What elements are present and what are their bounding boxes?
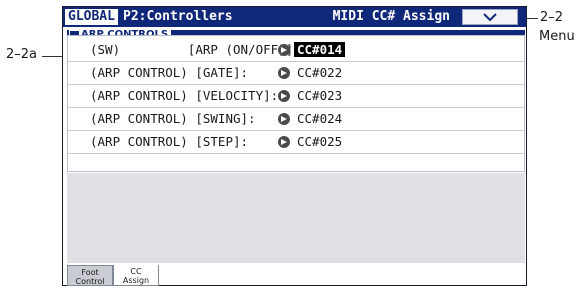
tab-foot-control[interactable]: Foot Control	[67, 265, 113, 286]
list-row: (ARP CONTROL) [SWING]: CC#024	[68, 108, 524, 131]
cc-value-field[interactable]: CC#014	[294, 42, 346, 57]
cc-value-field[interactable]: CC#022	[294, 65, 345, 80]
tab-label-line1: CC	[130, 267, 142, 276]
list-row: (ARP CONTROL) [STEP]: CC#025	[68, 131, 524, 154]
right-arrow-circle-icon[interactable]	[278, 67, 290, 79]
list-row: (ARP CONTROL) [VELOCITY]: CC#023	[68, 85, 524, 108]
row-label: (ARP CONTROL) [VELOCITY]:	[90, 88, 279, 103]
tab-cc-assign[interactable]: CC Assign	[113, 265, 159, 286]
assign-list: (SW) [ARP (ON/OFF)]: CC#014 (ARP CONTROL…	[67, 35, 525, 172]
screen: GLOBAL P2:Controllers MIDI CC# Assign AR…	[62, 6, 527, 286]
tab-label-line2: Control	[75, 277, 105, 286]
empty-area	[67, 173, 525, 263]
right-arrow-circle-icon[interactable]	[278, 44, 290, 56]
page-label: P2:Controllers	[123, 9, 233, 24]
cc-value-field[interactable]: CC#023	[294, 88, 345, 103]
callout-menu-word: Menu	[539, 29, 575, 44]
row-label: (ARP CONTROL) [STEP]:	[90, 134, 249, 149]
title-bar: GLOBAL P2:Controllers MIDI CC# Assign	[63, 7, 526, 27]
row-label: (ARP CONTROL) [SWING]:	[90, 111, 256, 126]
chevron-down-icon	[483, 13, 497, 22]
row-label: (ARP CONTROL) [GATE]:	[90, 65, 249, 80]
callout-menu-number: 2–2	[540, 10, 564, 25]
mode-label: GLOBAL	[65, 9, 118, 25]
list-row: (ARP CONTROL) [GATE]: CC#022	[68, 62, 524, 85]
page-menu-button[interactable]	[462, 9, 518, 25]
right-arrow-circle-icon[interactable]	[278, 113, 290, 125]
row-label: (SW) [ARP (ON/OFF)]:	[90, 42, 301, 57]
page-title: MIDI CC# Assign	[332, 9, 450, 24]
callout-row-ref: 2–2a	[6, 47, 38, 62]
tab-label-line2: Assign	[122, 276, 150, 285]
right-arrow-circle-icon[interactable]	[278, 90, 290, 102]
right-arrow-circle-icon[interactable]	[278, 136, 290, 148]
list-row: (SW) [ARP (ON/OFF)]: CC#014	[68, 39, 524, 62]
cc-value-field[interactable]: CC#024	[294, 111, 345, 126]
cc-value-field[interactable]: CC#025	[294, 134, 345, 149]
tab-label-line1: Foot	[81, 268, 99, 277]
